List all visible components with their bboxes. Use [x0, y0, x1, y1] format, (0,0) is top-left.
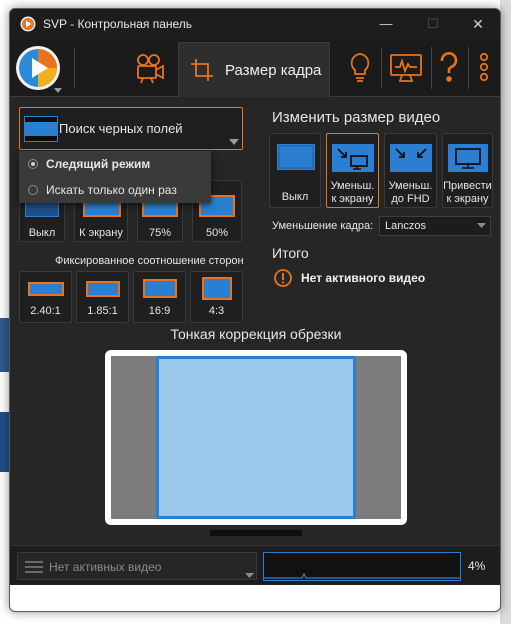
ratio-4-3-icon	[202, 277, 232, 300]
resize-downscale-fhd-line1: Уменьш.	[388, 180, 433, 192]
cpu-load-graph	[263, 552, 461, 581]
active-video-label: Нет активных видео	[49, 560, 162, 574]
lightbulb-tab-button[interactable]	[340, 43, 380, 93]
ratio-240-icon	[28, 282, 64, 296]
black-bars-mode-popup: Следящий режим Искать только один раз	[19, 151, 211, 203]
crop-preview-area	[111, 356, 401, 519]
downscale-to-screen-icon	[332, 144, 374, 172]
crop-mode-50-label: 50%	[205, 227, 229, 239]
dropdown-arrow-icon	[229, 139, 239, 145]
tab-frame-size[interactable]: Размер кадра	[178, 42, 330, 97]
resize-downscale-to-screen[interactable]: Уменьш. к экрану	[326, 133, 379, 208]
fine-tune-heading: Тонкая коррекция обрезки	[170, 326, 342, 342]
svp-app-icon	[20, 16, 36, 32]
cpu-load-graph-line	[264, 572, 460, 579]
black-bars-label: Поиск черных полей	[59, 121, 183, 136]
minimize-button[interactable]: —	[368, 13, 404, 35]
ratio-240[interactable]: 2.40:1	[19, 271, 72, 323]
status-bar: Нет активных видео 4%	[10, 545, 500, 584]
downscale-method-select[interactable]: Lanczos	[379, 216, 491, 236]
ratio-4-3[interactable]: 4:3	[190, 271, 243, 323]
title-bar[interactable]: SVP - Контрольная панель — ☐ ✕	[10, 9, 500, 39]
resize-video-heading: Изменить размер видео	[272, 109, 441, 126]
monitor-icon	[390, 54, 422, 82]
cpu-load-value: 4%	[468, 559, 486, 573]
resize-off[interactable]: Выкл	[269, 133, 321, 208]
ratio-185-icon	[86, 281, 120, 297]
list-icon	[25, 561, 43, 573]
close-button[interactable]: ✕	[460, 13, 496, 35]
resize-fit-to-screen-line1: Привести	[443, 180, 492, 192]
popup-option-tracking[interactable]: Следящий режим	[19, 151, 211, 177]
more-icon	[479, 52, 489, 82]
camera-tab-button[interactable]	[125, 43, 175, 93]
ratio-16-9-label: 16:9	[148, 305, 171, 317]
crop-preview[interactable]	[105, 350, 407, 525]
dropdown-arrow-icon	[245, 573, 254, 578]
crop-mode-to-screen-label: К экрану	[79, 227, 123, 239]
window-title: SVP - Контрольная панель	[43, 17, 193, 31]
toolbar-separator	[381, 47, 382, 89]
fit-to-screen-icon	[448, 144, 488, 172]
resize-downscale-to-screen-line1: Уменьш.	[330, 180, 375, 192]
crop-preview-video-rect[interactable]	[156, 356, 356, 519]
camera-icon	[137, 54, 164, 84]
black-bars-icon	[24, 116, 58, 142]
resize-off-icon	[277, 144, 315, 170]
warning-icon	[274, 269, 292, 287]
help-tab-button[interactable]	[434, 43, 464, 93]
resize-off-label: Выкл	[281, 191, 309, 203]
total-heading: Итого	[272, 245, 309, 261]
active-video-dropdown[interactable]: Нет активных видео	[17, 552, 257, 580]
resize-fit-to-screen-line2: к экрану	[446, 193, 489, 205]
svp-control-panel-window: SVP - Контрольная панель — ☐ ✕ Размер ка…	[9, 8, 501, 612]
downscale-label: Уменьшение кадра:	[272, 220, 374, 232]
downscale-method-value: Lanczos	[385, 220, 426, 232]
ratio-240-label: 2.40:1	[30, 305, 61, 317]
crop-mode-75-label: 75%	[148, 227, 172, 239]
ratio-185-label: 1.85:1	[87, 305, 118, 317]
total-status: Нет активного видео	[301, 271, 426, 285]
crop-preview-stand	[210, 530, 302, 536]
toolbar-separator	[468, 47, 469, 89]
downscale-fhd-icon	[390, 144, 432, 172]
resize-downscale-fhd-line2: до FHD	[391, 193, 430, 205]
ratio-4-3-label: 4:3	[208, 305, 225, 317]
popup-option-once[interactable]: Искать только один раз	[19, 177, 211, 203]
resize-fit-to-screen[interactable]: Привести к экрану	[442, 133, 493, 208]
maximize-button[interactable]: ☐	[415, 13, 451, 35]
ratio-16-9-icon	[143, 279, 177, 298]
radio-unselected-icon	[28, 185, 38, 195]
svp-logo-menu-button[interactable]	[14, 42, 68, 96]
resize-downscale-to-screen-line2: к экрану	[331, 193, 374, 205]
popup-option-once-label: Искать только один раз	[46, 183, 177, 197]
popup-option-tracking-label: Следящий режим	[46, 157, 151, 171]
lightbulb-icon	[350, 53, 370, 82]
crop-icon	[191, 59, 213, 81]
main-toolbar: Размер кадра	[10, 39, 500, 97]
crop-mode-off-label: Выкл	[28, 227, 56, 239]
ratio-16-9[interactable]: 16:9	[133, 271, 186, 323]
frame-size-panel: Поиск черных полей Выкл К экрану 75% 50%…	[10, 98, 500, 611]
ratio-185[interactable]: 1.85:1	[76, 271, 129, 323]
black-bars-dropdown[interactable]: Поиск черных полей	[19, 107, 243, 150]
fixed-ratio-heading: Фиксированное соотношение сторон	[55, 255, 244, 267]
dropdown-arrow-icon	[477, 223, 486, 228]
radio-selected-icon	[28, 159, 38, 169]
toolbar-separator	[431, 47, 432, 89]
window-bottom-area	[10, 585, 500, 611]
resize-downscale-fhd[interactable]: Уменьш. до FHD	[384, 133, 437, 208]
help-icon	[440, 52, 458, 82]
tab-frame-size-label: Размер кадра	[225, 61, 322, 79]
background-page-edge	[500, 0, 511, 624]
more-menu-button[interactable]	[471, 43, 497, 93]
toolbar-separator	[74, 47, 75, 89]
monitor-tab-button[interactable]	[386, 43, 426, 93]
